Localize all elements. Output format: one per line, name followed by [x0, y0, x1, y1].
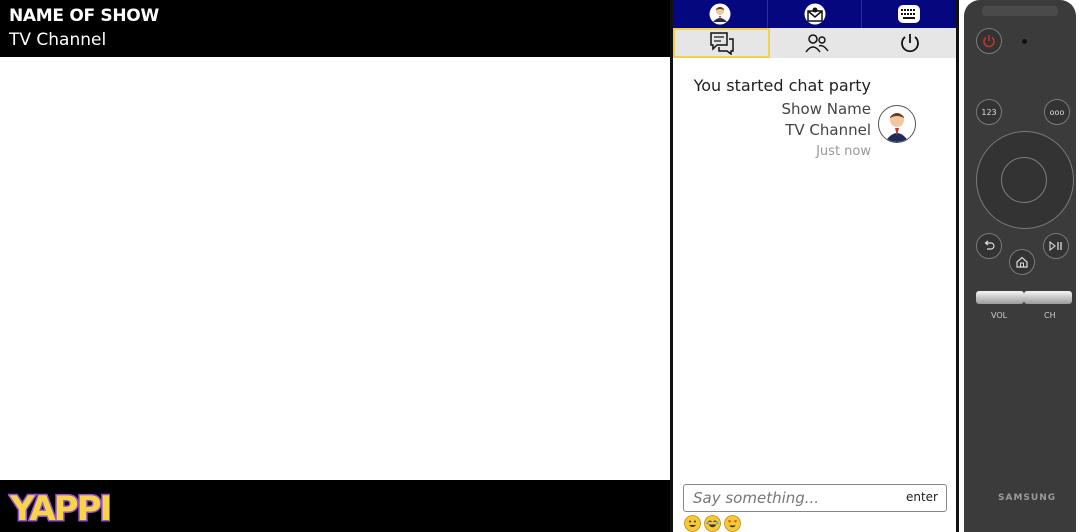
invite-mail-icon — [804, 3, 825, 25]
remote-top-edge — [982, 6, 1058, 16]
chat-input[interactable] — [693, 488, 883, 508]
remote-power-button[interactable] — [976, 28, 1002, 54]
remote-back-button[interactable] — [976, 233, 1002, 259]
invite-button[interactable] — [768, 0, 863, 28]
heart-eyes-emoji-icon[interactable] — [724, 515, 741, 532]
laughing-emoji-icon[interactable] — [704, 515, 721, 532]
remote-brand: SAMSUNG — [998, 493, 1057, 503]
avatar — [878, 105, 916, 143]
power-icon — [983, 35, 995, 48]
chat-panel: You started chat party Show Name TV Chan… — [673, 0, 956, 532]
grinning-emoji-icon[interactable] — [684, 515, 701, 532]
tv-footer: YAPPI — [0, 480, 670, 532]
remote-123-button[interactable]: 123 — [976, 99, 1002, 125]
tab-chat[interactable] — [673, 28, 770, 58]
chat-message-title: You started chat party — [693, 76, 871, 95]
enter-button[interactable]: enter — [906, 490, 938, 504]
panel-top-bar — [673, 0, 956, 28]
yappi-logo: YAPPI — [8, 488, 110, 529]
remote-volume-rocker[interactable] — [976, 291, 1024, 304]
emoji-bar — [684, 515, 741, 532]
keyboard-icon — [898, 5, 921, 23]
remote-control: 123 ooo VOL CH SAMSUNG — [964, 0, 1076, 532]
profile-button[interactable] — [673, 0, 768, 28]
profile-icon — [709, 3, 731, 25]
remote-channel-rocker[interactable] — [1024, 291, 1072, 304]
remote-more-button[interactable]: ooo — [1044, 99, 1070, 125]
chat-channel: TV Channel — [785, 121, 871, 139]
remote-home-button[interactable] — [1009, 249, 1035, 275]
show-channel: TV Channel — [9, 30, 107, 50]
remote-ir-dot — [1022, 39, 1027, 44]
remote-play-pause-button[interactable] — [1043, 233, 1069, 259]
chat-show-name: Show Name — [781, 100, 872, 118]
home-icon — [1016, 256, 1028, 268]
user-avatar-icon — [885, 113, 909, 142]
tab-people[interactable] — [770, 28, 863, 58]
chat-message: You started chat party Show Name TV Chan… — [671, 76, 871, 159]
tv-header: NAME OF SHOW TV Channel — [0, 0, 670, 57]
chat-input-box: enter — [683, 484, 947, 512]
tv-screen — [0, 57, 670, 480]
remote-ch-label: CH — [1044, 311, 1056, 320]
show-name: NAME OF SHOW — [9, 6, 159, 26]
back-icon — [984, 240, 995, 250]
panel-tabs — [673, 28, 956, 58]
people-icon — [804, 34, 829, 53]
chat-timestamp: Just now — [816, 144, 871, 159]
power-icon — [900, 34, 919, 53]
keyboard-button[interactable] — [862, 0, 956, 28]
remote-select-button[interactable] — [1001, 157, 1047, 203]
play-pause-icon — [1049, 240, 1062, 252]
remote-vol-label: VOL — [991, 311, 1008, 320]
tab-power[interactable] — [863, 28, 956, 58]
chat-icon — [709, 32, 734, 55]
svg-text:YAPPI: YAPPI — [9, 489, 110, 528]
